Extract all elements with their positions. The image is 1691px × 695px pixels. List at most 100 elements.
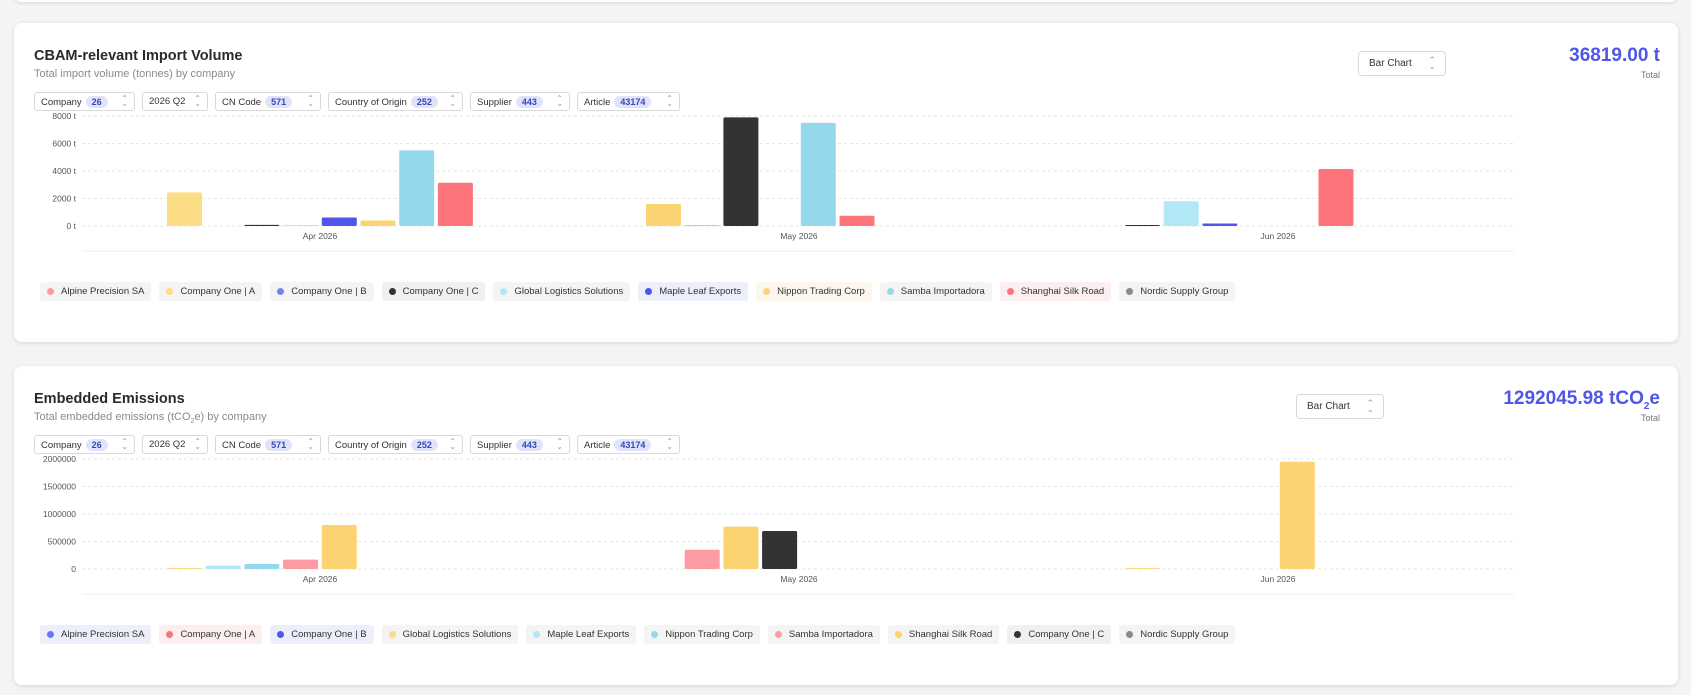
- legend-label: Maple Leaf Exports: [547, 629, 630, 640]
- bar-samba-importadora[interactable]: [684, 225, 720, 226]
- y-tick-label: 6000 t: [52, 139, 76, 149]
- legend-label: Nippon Trading Corp: [777, 286, 865, 297]
- legend-swatch: [47, 288, 54, 295]
- legend-item-company-one-b[interactable]: Company One | B: [270, 625, 374, 644]
- bar-nippon-trading-corp[interactable]: [244, 564, 280, 569]
- filter-label: CN Code: [222, 440, 262, 451]
- bar-samba-importadora[interactable]: [399, 150, 435, 226]
- legend-swatch: [1014, 631, 1022, 638]
- bar-shanghai-silk-road[interactable]: [437, 182, 473, 226]
- bar-company-one-a[interactable]: [167, 192, 202, 226]
- previous-card-edge: [14, 0, 1678, 2]
- chevron-updown-icon: ⌃ ⌄: [121, 437, 128, 451]
- bar-shanghai-silk-road[interactable]: [723, 526, 759, 569]
- filter-count-badge: 571: [265, 439, 293, 451]
- filter-count-badge: 443: [515, 96, 543, 108]
- bar-shanghai-silk-road[interactable]: [1279, 461, 1315, 569]
- chevron-updown-icon: ⌃ ⌄: [556, 437, 563, 451]
- legend-swatch: [277, 288, 285, 295]
- bar-nippon-trading-corp[interactable]: [360, 220, 396, 227]
- legend-label: Company One | A: [180, 286, 256, 297]
- filter-count-badge: 43174: [614, 96, 652, 108]
- x-tick-label: May 2026: [780, 231, 818, 241]
- legend-item-shanghai-silk-road[interactable]: Shanghai Silk Road: [999, 282, 1112, 301]
- bar-company-one-c[interactable]: [762, 531, 798, 569]
- legend-item-company-one-a[interactable]: Company One | A: [159, 625, 263, 644]
- y-tick-label: 0 t: [67, 221, 77, 231]
- bar-company-one-c[interactable]: [723, 117, 759, 226]
- legend-item-maple-leaf-exports[interactable]: Maple Leaf Exports: [526, 625, 637, 644]
- legend-item-company-one-b[interactable]: Company One | B: [270, 282, 374, 301]
- legend-swatch: [166, 288, 174, 295]
- legend-swatch: [1126, 631, 1134, 638]
- chevron-updown-icon: ⌃ ⌄: [556, 94, 563, 108]
- legend-item-nordic-supply-group[interactable]: Nordic Supply Group: [1119, 282, 1236, 301]
- bar-company-one-c[interactable]: [244, 224, 280, 226]
- filter-count-badge: 252: [410, 439, 438, 451]
- card-title: Embedded Emissions: [34, 391, 185, 407]
- legend-swatch: [388, 288, 396, 295]
- chart-legend: Alpine Precision SA Company One | A Compan…: [40, 625, 1236, 644]
- bar-samba-importadora[interactable]: [800, 122, 836, 226]
- bar-nippon-trading-corp[interactable]: [646, 204, 681, 226]
- chevron-updown-icon: ⌃ ⌄: [666, 437, 673, 451]
- filter-count-badge: 252: [410, 96, 438, 108]
- bar-maple-leaf-exports[interactable]: [321, 217, 357, 226]
- bar-chart: 0 500000 1000000 1500000 2000000 Apr 2026 May …: [43, 454, 1514, 595]
- legend-item-company-one-c[interactable]: Company One | C: [381, 282, 486, 301]
- legend-swatch: [388, 631, 396, 638]
- x-tick-label: Jun 2026: [1261, 231, 1296, 241]
- filter-count-badge: 26: [85, 439, 108, 451]
- legend-item-company-one-c[interactable]: Company One | C: [1007, 625, 1112, 644]
- x-tick-label: Apr 2026: [303, 231, 338, 241]
- legend-label: Shanghai Silk Road: [1020, 286, 1105, 297]
- legend-item-global-logistics-solutions[interactable]: Global Logistics Solutions: [381, 625, 519, 644]
- legend-item-shanghai-silk-road[interactable]: Shanghai Silk Road: [887, 625, 1000, 644]
- bar-maple-leaf-exports[interactable]: [205, 565, 241, 569]
- bar-company-one-c[interactable]: [1125, 225, 1160, 226]
- chevron-updown-icon: ⌃ ⌄: [194, 437, 201, 451]
- legend-item-alpine-precision-sa[interactable]: Alpine Precision SA: [40, 282, 152, 301]
- chevron-updown-icon: ⌃ ⌄: [121, 94, 128, 108]
- filter-label: Company: [41, 97, 82, 108]
- filter-label: CN Code: [222, 97, 262, 108]
- bar-global-logistics-solutions[interactable]: [283, 225, 319, 226]
- legend-label: Shanghai Silk Road: [908, 629, 993, 640]
- import-volume-card: CBAM-relevant Import Volume Total import…: [14, 23, 1678, 342]
- legend-item-nordic-supply-group[interactable]: Nordic Supply Group: [1119, 625, 1236, 644]
- legend-label: Global Logistics Solutions: [514, 286, 624, 297]
- legend-item-alpine-precision-sa[interactable]: Alpine Precision SA: [40, 625, 152, 644]
- filter-label: Supplier: [477, 440, 512, 451]
- legend-swatch: [886, 288, 894, 295]
- card-title: CBAM-relevant Import Volume: [34, 48, 243, 64]
- legend-item-global-logistics-solutions[interactable]: Global Logistics Solutions: [493, 282, 631, 301]
- y-tick-label: 0: [71, 564, 76, 574]
- legend-swatch: [47, 631, 54, 638]
- bar-maple-leaf-exports[interactable]: [1202, 223, 1238, 226]
- legend-label: Samba Importadora: [788, 629, 873, 640]
- bar-samba-importadora[interactable]: [684, 549, 720, 569]
- bar-shanghai-silk-road[interactable]: [321, 525, 357, 569]
- chart-type-select[interactable]: Bar Chart ⌃ ⌄: [1358, 51, 1446, 76]
- bar-global-logistics-solutions[interactable]: [167, 568, 202, 569]
- legend-item-nippon-trading-corp[interactable]: Nippon Trading Corp: [644, 625, 760, 644]
- bar-samba-importadora[interactable]: [283, 559, 319, 569]
- legend-item-nippon-trading-corp[interactable]: Nippon Trading Corp: [756, 282, 872, 301]
- legend-item-samba-importadora[interactable]: Samba Importadora: [767, 625, 880, 644]
- legend-label: Company One | C: [1028, 629, 1105, 640]
- x-tick-label: Apr 2026: [303, 574, 338, 584]
- bar-shanghai-silk-road[interactable]: [1318, 168, 1354, 226]
- chevron-updown-icon: ⌃ ⌄: [449, 437, 456, 451]
- chart-type-select[interactable]: Bar Chart ⌃ ⌄: [1296, 394, 1384, 419]
- y-tick-label: 500000: [48, 537, 77, 547]
- legend-swatch: [1006, 288, 1014, 295]
- legend-item-samba-importadora[interactable]: Samba Importadora: [879, 282, 992, 301]
- embedded-emissions-card: Embedded Emissions Total embedded emissi…: [14, 366, 1678, 685]
- legend-item-maple-leaf-exports[interactable]: Maple Leaf Exports: [638, 282, 749, 301]
- legend-label: Alpine Precision SA: [61, 286, 145, 297]
- bar-global-logistics-solutions[interactable]: [1125, 568, 1160, 569]
- bar-global-logistics-solutions[interactable]: [1163, 201, 1199, 226]
- bar-shanghai-silk-road[interactable]: [839, 215, 875, 226]
- legend-item-company-one-a[interactable]: Company One | A: [159, 282, 263, 301]
- card-subtitle: Total import volume (tonnes) by company: [34, 68, 236, 80]
